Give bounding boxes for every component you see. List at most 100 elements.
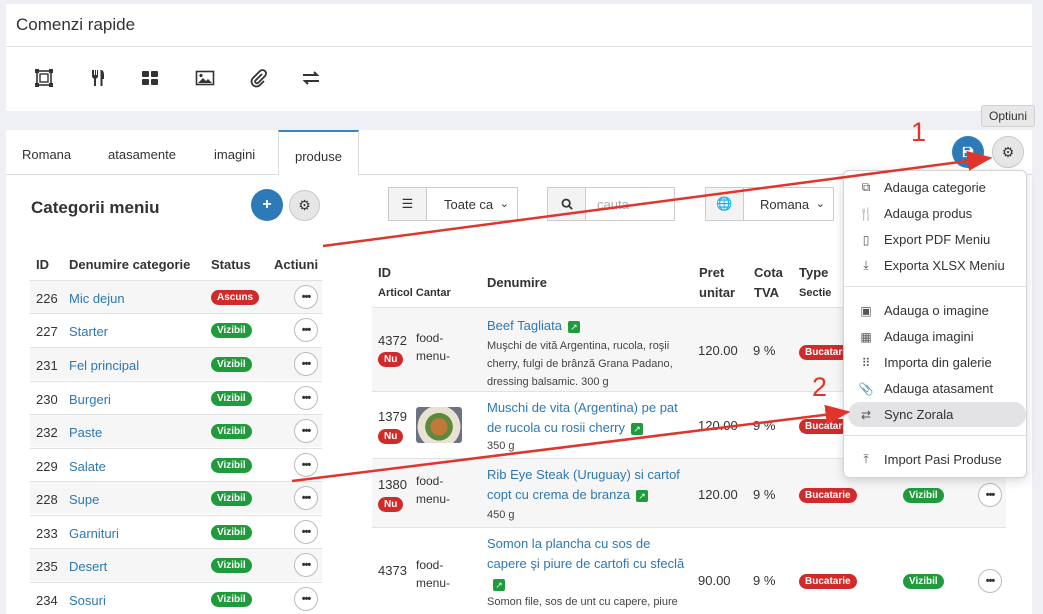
menu-item-import-steps[interactable]: ⤒ Import Pasi Produse [848, 447, 1026, 472]
row-actions-button[interactable]: ••• [294, 520, 318, 544]
category-id: 231 [36, 358, 58, 373]
category-id: 226 [36, 291, 58, 306]
menu-item-label: Adauga imagini [884, 329, 974, 344]
grid-icon: ▦ [860, 329, 872, 344]
section-badge: Bucatarie [799, 574, 857, 589]
row-actions-button[interactable]: ••• [294, 553, 318, 577]
category-name-link[interactable]: Garnituri [69, 526, 119, 541]
category-row[interactable]: 234 Sosuri Vizibil ••• [30, 582, 322, 614]
row-actions-button[interactable]: ••• [294, 587, 318, 611]
product-image-alt: food-menu- [416, 558, 451, 590]
tab-imagini[interactable]: imagini [214, 147, 255, 162]
category-row[interactable]: 233 Garnituri Vizibil ••• [30, 515, 322, 548]
product-image-alt: food-menu- [416, 474, 451, 506]
status-badge: Vizibil [211, 391, 252, 406]
row-actions-button[interactable]: ••• [294, 453, 318, 477]
menu-item-label: Adauga categorie [884, 180, 986, 195]
category-row[interactable]: 231 Fel principal Vizibil ••• [30, 347, 322, 380]
product-id: 4372 [378, 333, 407, 348]
product-image: food-menu- [416, 472, 462, 508]
row-actions-button[interactable]: ••• [294, 318, 318, 342]
scale-badge: Nu [378, 429, 404, 444]
grid-icon[interactable] [138, 66, 162, 90]
product-vat: 9 % [753, 487, 776, 502]
category-name-link[interactable]: Starter [69, 324, 108, 339]
category-name-link[interactable]: Sosuri [69, 593, 106, 608]
category-row[interactable]: 230 Burgeri Vizibil ••• [30, 381, 322, 414]
tab-bar: Romana atasamente imagini produse [6, 130, 1032, 176]
menu-item-add-images[interactable]: ▦ Adauga imagini [848, 324, 1026, 349]
menu-item-export-pdf[interactable]: ▯ Export PDF Meniu [848, 227, 1026, 252]
product-name-link[interactable]: Beef Tagliata ↗ [487, 316, 687, 336]
col-vat-line2: TVA [754, 285, 780, 300]
menu-item-label: Sync Zorala [884, 407, 954, 422]
product-name-link[interactable]: Rib Eye Steak (Uruguay) si cartof copt c… [487, 465, 687, 505]
search-input[interactable]: cauta [597, 197, 629, 212]
external-link-icon[interactable]: ↗ [631, 422, 643, 435]
row-actions-button[interactable]: ••• [294, 285, 318, 309]
chevron-down-icon: ⌄ [499, 198, 509, 210]
sync-icon[interactable] [299, 66, 323, 90]
product-description: Muşchi de vită Argentina, rucola, roşii … [487, 340, 673, 388]
image-icon[interactable] [193, 66, 217, 90]
search-box[interactable]: cauta [547, 187, 675, 221]
cutlery-icon[interactable] [86, 66, 110, 90]
category-row[interactable]: 227 Starter Vizibil ••• [30, 313, 322, 346]
menu-item-add-image[interactable]: ▣ Adauga o imagine [848, 298, 1026, 323]
menu-item-add-attachment[interactable]: 📎 Adauga atasament [848, 376, 1026, 401]
export-icon: ⤓ [863, 258, 869, 272]
menu-item-import-gallery[interactable]: ⠿ Importa din galerie [848, 350, 1026, 375]
category-row[interactable]: 226 Mic dejun Ascuns ••• [30, 280, 322, 313]
menu-item-sync-zorala[interactable]: ⇄ Sync Zorala [848, 402, 1026, 427]
row-actions-button[interactable]: ••• [294, 386, 318, 410]
menu-item-add-product[interactable]: 🍴 Adauga produs [848, 201, 1026, 226]
category-settings-button[interactable]: ⚙ [289, 190, 320, 221]
category-row[interactable]: 235 Desert Vizibil ••• [30, 548, 322, 581]
row-actions-button[interactable]: ••• [978, 569, 1002, 593]
category-name-link[interactable]: Paste [69, 425, 102, 440]
product-description: 350 g [487, 440, 515, 452]
external-link-icon[interactable]: ↗ [636, 489, 649, 502]
paperclip-icon[interactable] [246, 66, 270, 90]
language-select[interactable]: 🌐 Romana ⌄ [705, 187, 834, 221]
product-name-link[interactable]: Muschi de vita (Argentina) pe pat de ruc… [487, 398, 687, 438]
row-actions-button[interactable]: ••• [294, 352, 318, 376]
row-actions-button[interactable]: ••• [294, 486, 318, 510]
product-name-link[interactable]: Somon la plancha cu sos de capere şi piu… [487, 534, 687, 594]
product-image-alt: food-menu- [416, 331, 451, 363]
tab-produse[interactable]: produse [278, 130, 359, 176]
product-row[interactable]: 4373 food-menu- Somon la plancha cu sos … [372, 527, 1006, 614]
category-name-link[interactable]: Fel principal [69, 358, 139, 373]
category-add-icon[interactable] [32, 66, 56, 90]
status-badge: Vizibil [211, 491, 252, 506]
category-name-link[interactable]: Burgeri [69, 392, 111, 407]
category-row[interactable]: 228 Supe Vizibil ••• [30, 481, 322, 514]
options-button[interactable]: ⚙ [992, 136, 1024, 168]
product-description: Somon file, sos de unt cu capere, piure [487, 596, 678, 608]
category-name-link[interactable]: Mic dejun [69, 291, 125, 306]
category-filter-select[interactable]: ☰ Toate ca ⌄ [388, 187, 518, 221]
category-row[interactable]: 229 Salate Vizibil ••• [30, 448, 322, 481]
tab-romana[interactable]: Romana [22, 147, 71, 162]
save-icon [962, 146, 974, 158]
menu-item-export-xlsx[interactable]: ⤓ Exporta XLSX Meniu [848, 253, 1026, 278]
annotation-number-1: 1 [911, 117, 927, 147]
row-actions-button[interactable]: ••• [294, 419, 318, 443]
category-name-link[interactable]: Supe [69, 492, 99, 507]
external-link-icon[interactable]: ↗ [567, 320, 580, 333]
category-row[interactable]: 232 Paste Vizibil ••• [30, 414, 322, 447]
menu-item-label: Exporta XLSX Meniu [884, 258, 1005, 273]
category-name-link[interactable]: Salate [69, 459, 106, 474]
product-name: Rib Eye Steak (Uruguay) si cartof copt c… [487, 467, 680, 502]
product-image [416, 407, 462, 443]
category-name-link[interactable]: Desert [69, 559, 107, 574]
status-badge: Vizibil [903, 488, 944, 503]
external-link-icon[interactable]: ↗ [493, 578, 505, 591]
menu-separator [844, 435, 1026, 436]
add-category-button[interactable]: + [251, 189, 283, 221]
tab-atasamente[interactable]: atasamente [108, 147, 176, 162]
plus-icon: + [262, 196, 272, 213]
menu-item-add-category[interactable]: ⧉ Adauga categorie [848, 175, 1026, 200]
save-button[interactable] [952, 136, 984, 168]
row-actions-button[interactable]: ••• [978, 483, 1002, 507]
